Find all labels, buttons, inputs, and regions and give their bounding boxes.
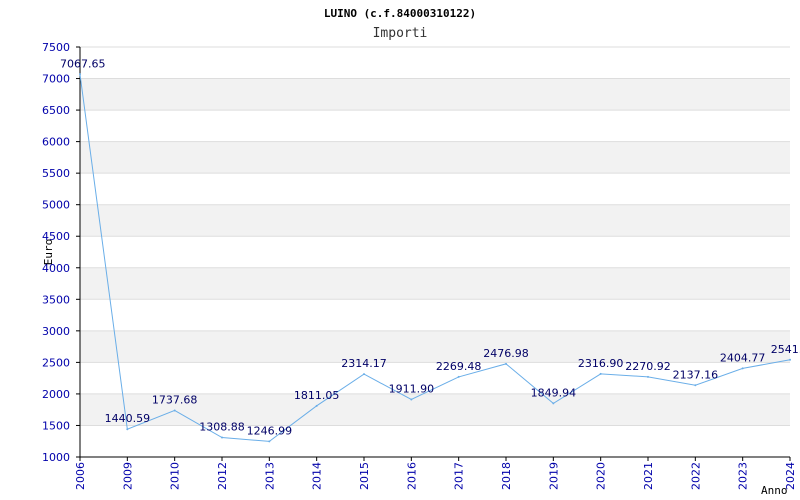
y-tick-label: 2500: [42, 356, 70, 369]
x-tick-label: 2013: [263, 462, 276, 490]
data-label: 2137.16: [673, 368, 719, 381]
x-tick-label: 2023: [737, 462, 750, 490]
x-tick-label: 2012: [216, 462, 229, 490]
y-tick-label: 2000: [42, 388, 70, 401]
data-label: 7067.65: [60, 57, 106, 70]
y-tick-label: 7000: [42, 73, 70, 86]
grid-band: [80, 204, 790, 237]
y-tick-label: 5000: [42, 199, 70, 212]
x-tick-label: 2014: [311, 462, 324, 490]
y-axis-label: Euro: [42, 239, 55, 266]
x-tick-label: 2022: [689, 462, 702, 490]
data-point: [221, 436, 223, 439]
x-tick-label: 2016: [405, 462, 418, 490]
data-point: [505, 362, 507, 365]
chart-subtitle: Importi: [373, 26, 428, 41]
grid-band: [80, 141, 790, 174]
data-label: 1911.90: [389, 382, 435, 395]
data-label: 1811.05: [294, 389, 340, 402]
x-tick-label: 2006: [74, 462, 87, 490]
data-point: [457, 375, 460, 378]
y-tick-label: 3500: [42, 293, 70, 306]
y-tick-label: 5500: [42, 167, 70, 180]
y-tick-label: 6500: [42, 104, 70, 117]
data-label: 2541.2: [771, 343, 800, 356]
data-label: 2316.90: [578, 357, 624, 370]
x-axis-label: Anno: [761, 484, 788, 497]
x-tick-label: 2010: [169, 462, 182, 490]
data-point: [126, 428, 129, 431]
data-label: 1308.88: [199, 421, 245, 434]
data-label: 2476.98: [483, 347, 529, 360]
data-point: [741, 367, 744, 370]
data-point: [647, 375, 649, 378]
series-polyline: [79, 74, 791, 442]
data-label: 2270.92: [625, 360, 671, 373]
data-label: 1737.68: [152, 393, 198, 406]
y-tick-label: 1500: [42, 419, 70, 432]
data-label: 2269.48: [436, 360, 482, 373]
data-label: 1246.99: [247, 424, 293, 437]
grid-band: [80, 267, 790, 300]
x-tick-label: 2018: [500, 462, 513, 490]
chart-title: LUINO (c.f.84000310122): [324, 7, 476, 20]
data-point: [789, 358, 791, 361]
data-point: [173, 409, 176, 412]
x-tick-label: 2020: [595, 462, 608, 490]
data-point: [552, 402, 555, 405]
x-tick-label: 2015: [358, 462, 371, 490]
data-point: [315, 404, 318, 407]
data-point: [268, 440, 271, 443]
data-label: 2314.17: [341, 357, 387, 370]
data-point: [79, 73, 81, 76]
data-label: 1440.59: [105, 412, 151, 425]
series-line: [79, 73, 791, 443]
data-point: [410, 398, 413, 401]
x-tick-labels: 2006 2009 2010 2012 2013 2014 2015 2016 2017 2018…: [74, 462, 797, 490]
grid-band: [80, 78, 790, 111]
grid-band: [80, 330, 790, 363]
data-point: [694, 384, 697, 387]
y-tick-label: 7500: [42, 41, 70, 54]
x-tick-label: 2019: [547, 462, 560, 490]
x-tick-label: 2017: [453, 462, 466, 490]
x-tick-label: 2009: [121, 462, 134, 490]
y-tick-label: 6000: [42, 136, 70, 149]
data-labels: 7067.65 1440.591737.68 1308.88 1246.99 1811.…: [60, 57, 800, 437]
data-label: 2404.77: [720, 351, 766, 364]
data-point: [599, 372, 602, 375]
y-tick-label: 1000: [42, 451, 70, 464]
y-tick-label: 3000: [42, 325, 70, 338]
data-label: 1849.94: [531, 386, 577, 399]
chart: 1000150020002500300035004000450050005500…: [42, 7, 800, 497]
data-point: [363, 373, 365, 376]
x-tick-label: 2021: [642, 462, 655, 490]
